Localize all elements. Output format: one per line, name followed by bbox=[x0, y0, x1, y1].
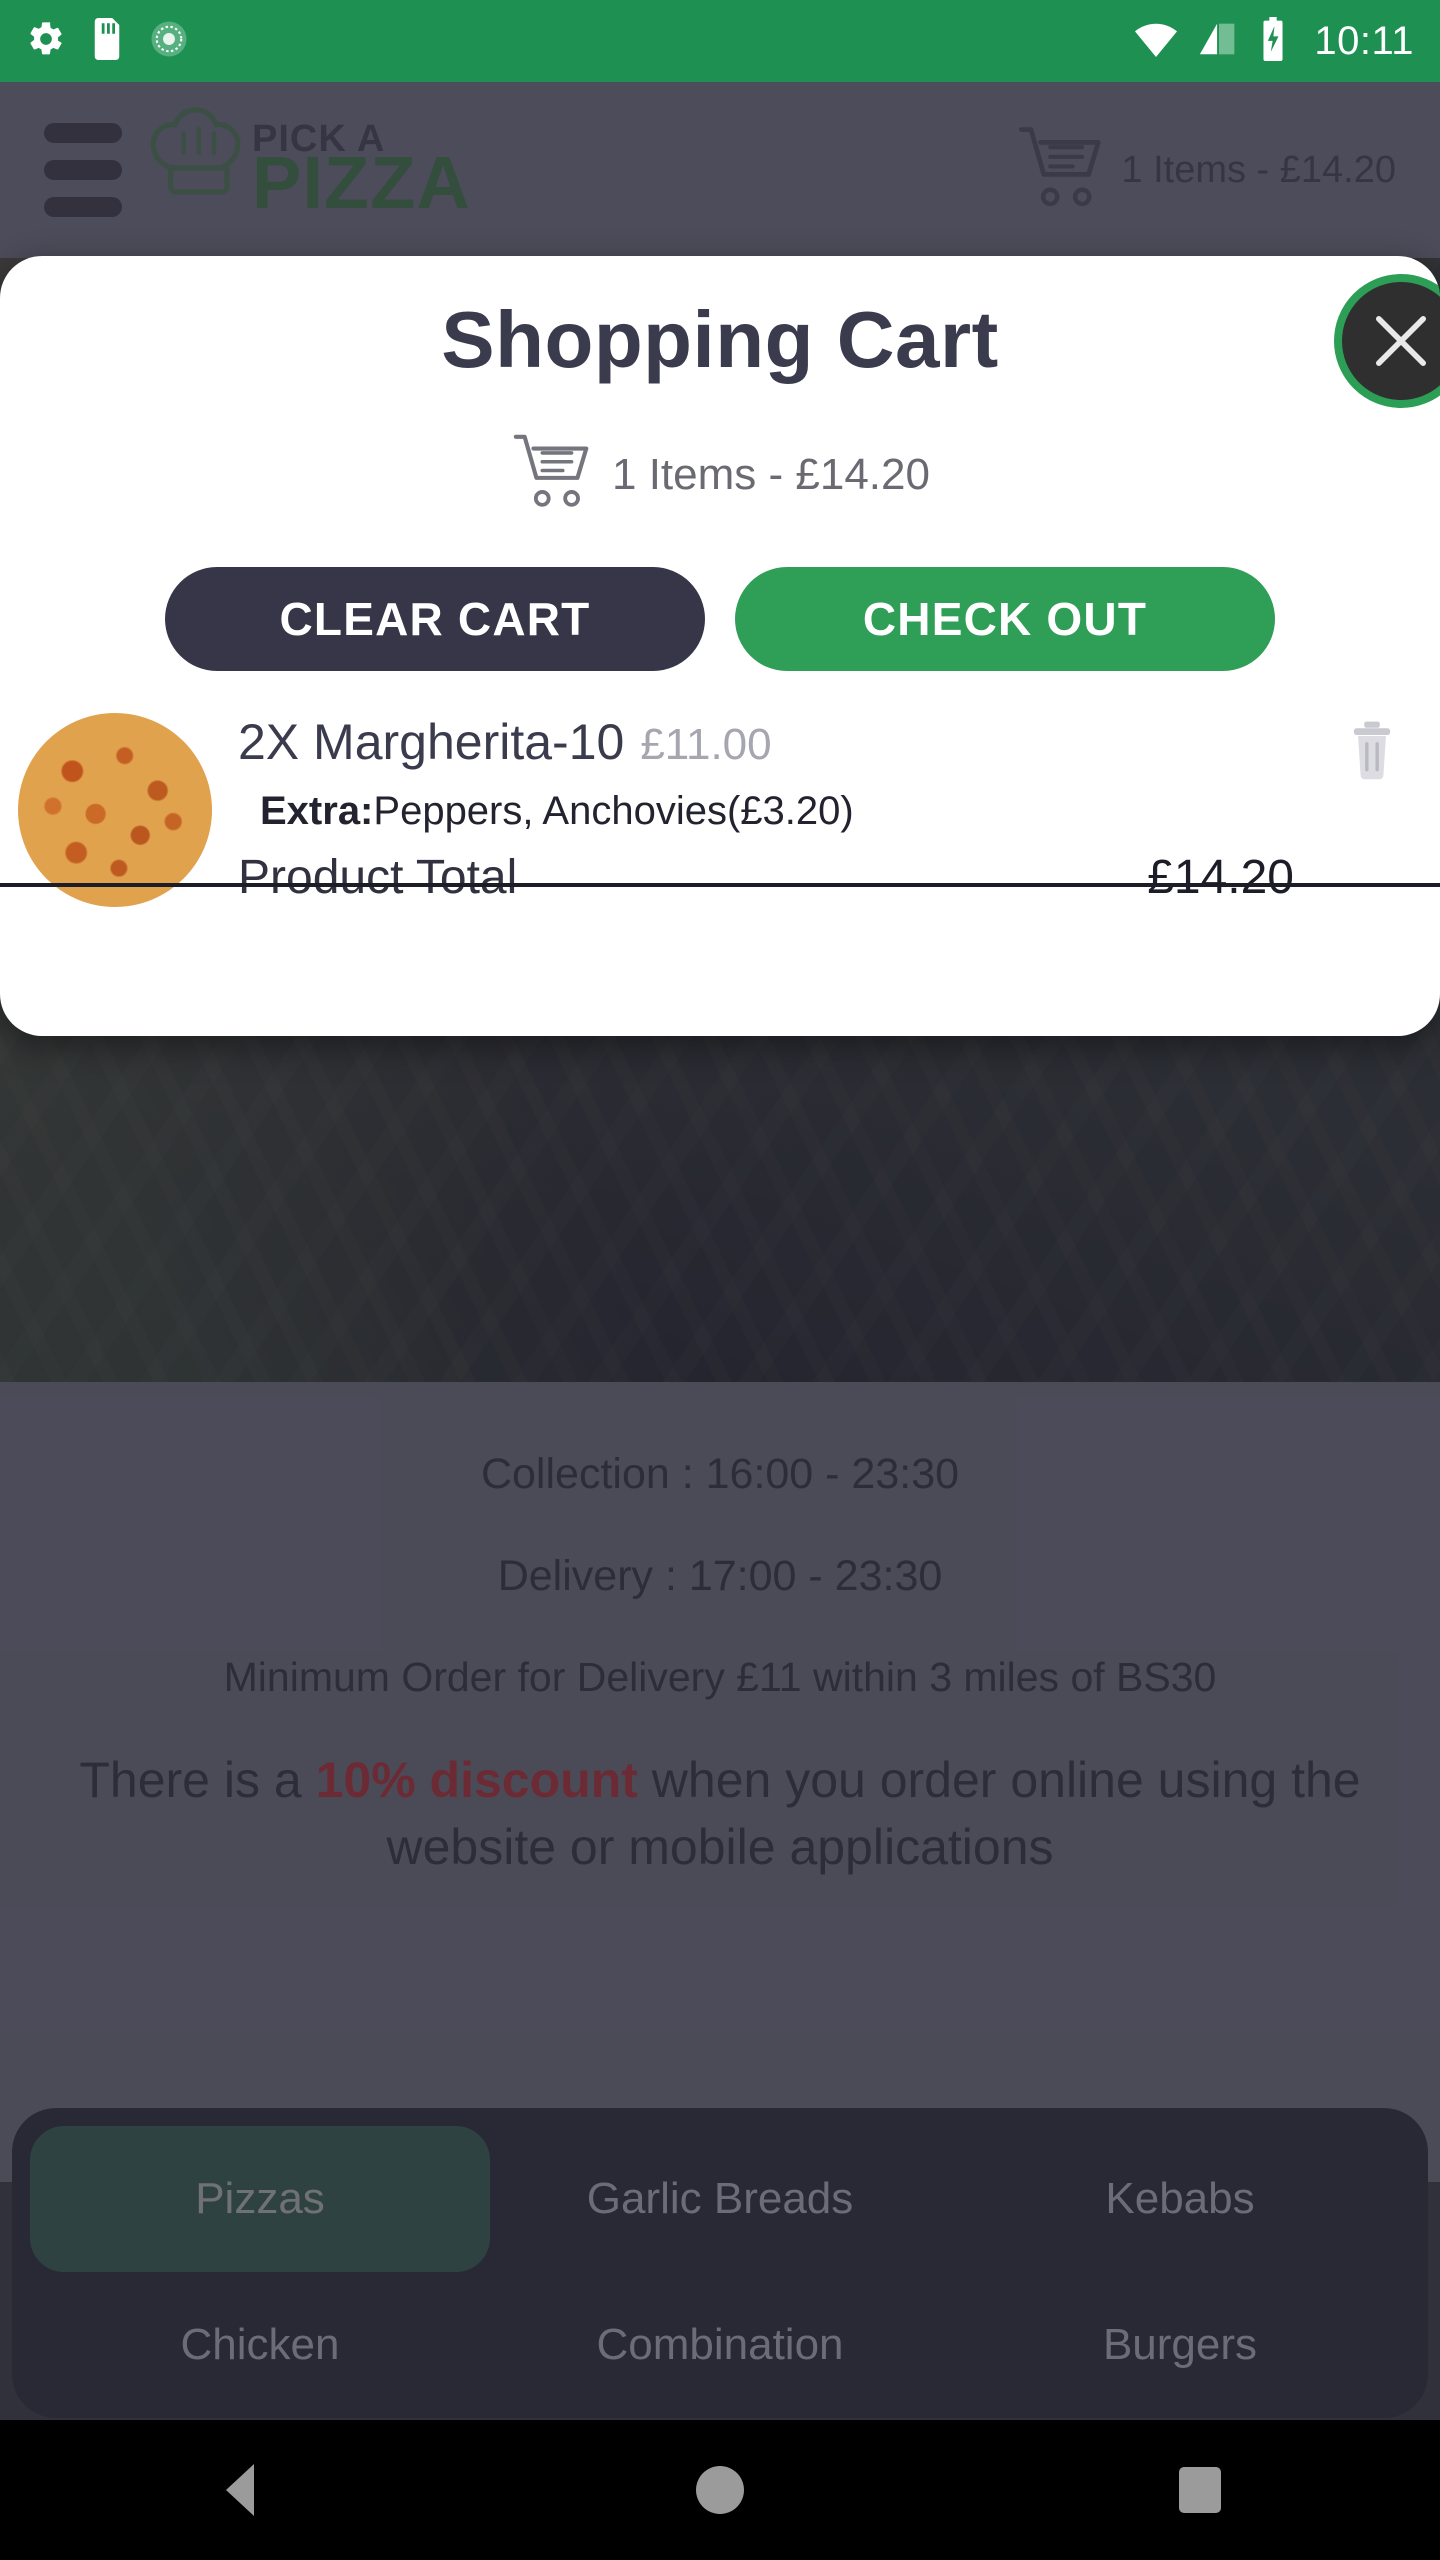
cart-line-item-body: 2X Margherita-10 £11.00 Extra:Peppers, A… bbox=[238, 713, 1414, 905]
category-label: Garlic Breads bbox=[586, 2174, 854, 2223]
category-label: Burgers bbox=[1102, 2320, 1258, 2369]
modal-cart-summary-label: 1 Items - £14.20 bbox=[612, 449, 930, 499]
category-tab-combination[interactable]: Combination bbox=[490, 2272, 950, 2418]
status-bar-clock: 10:11 bbox=[1314, 18, 1414, 63]
brand-logo[interactable]: PICK A PIZZA bbox=[146, 103, 471, 238]
minimum-order-note: Minimum Order for Delivery £11 within 3 … bbox=[223, 1653, 1217, 1700]
sync-icon bbox=[148, 18, 190, 65]
recents-square-icon bbox=[1179, 2467, 1221, 2513]
battery-charging-icon bbox=[1258, 16, 1288, 66]
back-triangle-icon bbox=[226, 2464, 254, 2516]
hamburger-bar bbox=[44, 123, 122, 143]
status-bar: 10:11 bbox=[0, 0, 1440, 82]
cart-line-item: 2X Margherita-10 £11.00 Extra:Peppers, A… bbox=[0, 713, 1440, 913]
product-total-row: Product Total £14.20 bbox=[238, 850, 1294, 905]
phone-screen: 10:11 PICK A PIZZA 1 Items - £14.20 Coll… bbox=[0, 0, 1440, 2560]
category-label: Chicken bbox=[180, 2320, 340, 2369]
discount-highlight: 10% discount bbox=[315, 1751, 638, 1808]
modal-cart-summary: 1 Items - £14.20 bbox=[0, 428, 1440, 521]
modal-title: Shopping Cart bbox=[441, 295, 999, 384]
cellular-signal-icon bbox=[1198, 19, 1240, 64]
category-tab-kebabs[interactable]: Kebabs bbox=[950, 2126, 1410, 2272]
nav-home-button[interactable] bbox=[630, 2420, 810, 2560]
modal-action-buttons: CLEAR CART CHECK OUT bbox=[0, 567, 1440, 671]
trash-icon[interactable] bbox=[1344, 719, 1400, 786]
shopping-cart-modal: Shopping Cart 1 Items - £14.20 CLEAR CAR… bbox=[0, 256, 1440, 1036]
android-navigation-bar bbox=[0, 2420, 1440, 2560]
product-extras-value: Peppers, Anchovies(£3.20) bbox=[373, 789, 854, 833]
check-out-button[interactable]: CHECK OUT bbox=[735, 567, 1275, 671]
category-tab-burgers[interactable]: Burgers bbox=[950, 2272, 1410, 2418]
home-circle-icon bbox=[696, 2466, 744, 2514]
product-extras: Extra:Peppers, Anchovies(£3.20) bbox=[238, 789, 1294, 834]
nav-recents-button[interactable] bbox=[1110, 2420, 1290, 2560]
status-bar-right-icons: 10:11 bbox=[1132, 16, 1414, 66]
clear-cart-button[interactable]: CLEAR CART bbox=[165, 567, 705, 671]
brand-line-2: PIZZA bbox=[252, 141, 471, 224]
modal-divider bbox=[0, 883, 1440, 887]
hamburger-menu-icon[interactable] bbox=[44, 123, 122, 217]
product-base-price: £11.00 bbox=[640, 720, 772, 769]
shopping-cart-icon bbox=[1015, 120, 1111, 221]
collection-hours: Collection : 16:00 - 23:30 bbox=[480, 1450, 960, 1498]
category-label: Combination bbox=[596, 2320, 844, 2369]
category-tab-chicken[interactable]: Chicken bbox=[30, 2272, 490, 2418]
category-tab-pizzas[interactable]: Pizzas bbox=[30, 2126, 490, 2272]
settings-gear-icon bbox=[26, 19, 66, 64]
hamburger-bar bbox=[44, 160, 122, 180]
nav-back-button[interactable] bbox=[150, 2420, 330, 2560]
shopping-cart-icon bbox=[510, 428, 598, 521]
cart-line-item-title-row: 2X Margherita-10 £11.00 bbox=[238, 713, 1294, 771]
product-total-label: Product Total bbox=[238, 851, 518, 904]
header-cart-summary-label: 1 Items - £14.20 bbox=[1121, 148, 1396, 191]
discount-prefix: There is a bbox=[79, 1751, 316, 1808]
wifi-icon bbox=[1132, 19, 1180, 64]
category-tabs: Pizzas Garlic Breads Kebabs Chicken Comb… bbox=[12, 2108, 1428, 2418]
product-thumbnail bbox=[18, 713, 212, 907]
category-tab-garlic-breads[interactable]: Garlic Breads bbox=[490, 2126, 950, 2272]
product-extras-label: Extra: bbox=[260, 789, 374, 833]
product-total-value: £14.20 bbox=[1147, 851, 1294, 904]
store-info-panel: Collection : 16:00 - 23:30 Delivery : 17… bbox=[0, 1382, 1440, 2182]
sd-card-icon bbox=[90, 17, 124, 65]
chef-hat-icon bbox=[146, 103, 256, 238]
category-label: Kebabs bbox=[1105, 2174, 1255, 2223]
delivery-hours: Delivery : 17:00 - 23:30 bbox=[497, 1551, 943, 1600]
header-cart-button[interactable]: 1 Items - £14.20 bbox=[1015, 120, 1396, 221]
category-label: Pizzas bbox=[30, 2126, 490, 2272]
product-name: 2X Margherita-10 bbox=[238, 714, 625, 770]
discount-note: There is a 10% discount when you order o… bbox=[0, 1747, 1440, 1881]
status-bar-left-icons bbox=[26, 17, 190, 65]
hamburger-bar bbox=[44, 197, 122, 217]
app-header: PICK A PIZZA 1 Items - £14.20 bbox=[0, 82, 1440, 258]
